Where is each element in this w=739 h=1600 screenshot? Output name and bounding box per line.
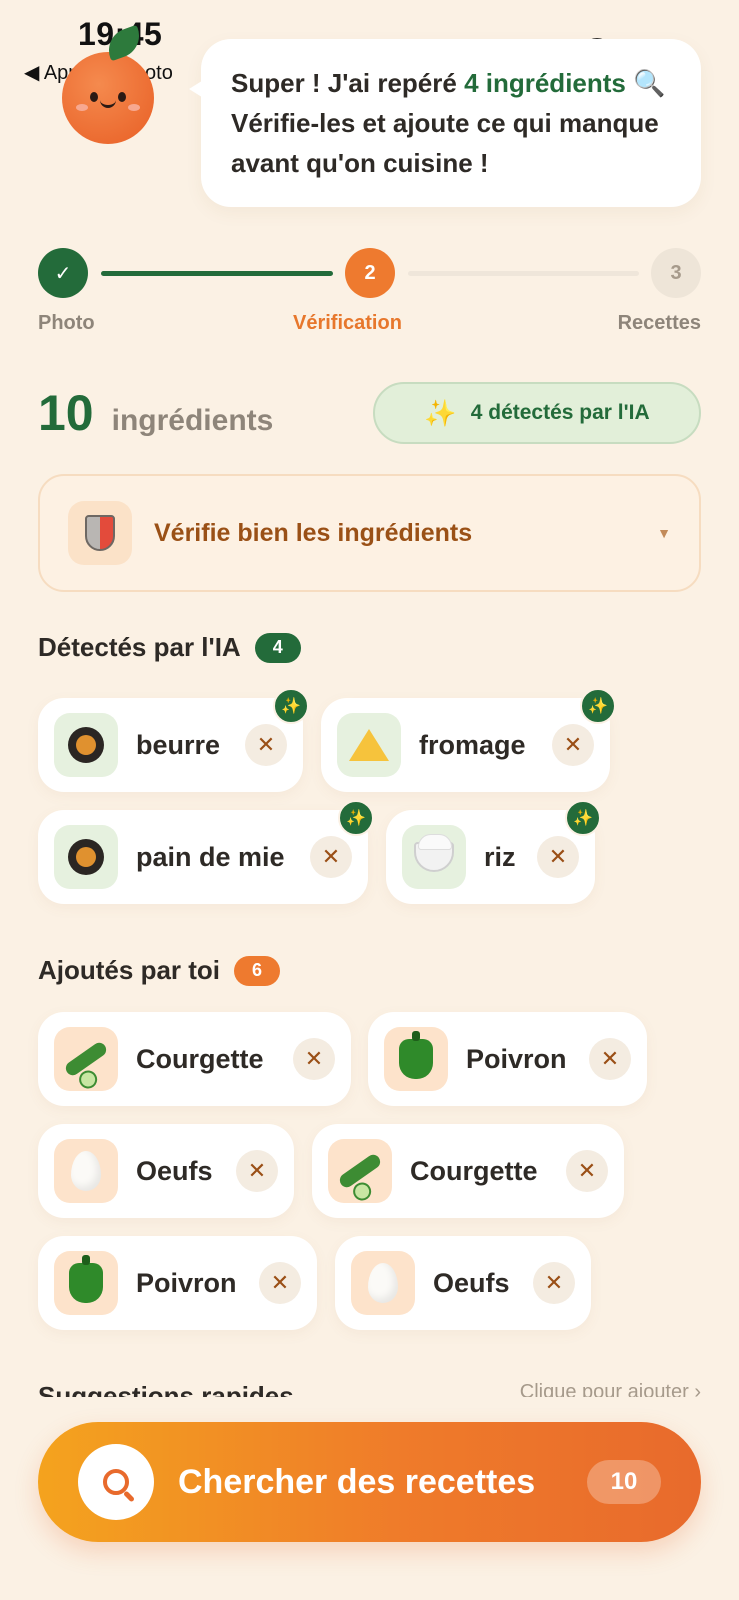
ingredient-label: fromage [419,729,526,760]
sparkles-icon: ✨ [424,397,457,428]
progress-stepper: ✓ 2 3 Photo Vérification Recettes [38,248,701,338]
zucchini-icon [54,1027,118,1091]
remove-ingredient-button[interactable]: ✕ [310,836,352,878]
mascot-speech-bubble: Super ! J'ai repéré 4 ingrédients 🔍 Véri… [189,39,701,207]
ingredient-chip: Oeufs ✕ [335,1236,591,1330]
ingredient-label: Oeufs [433,1267,510,1298]
search-recipes-label: Chercher des recettes [178,1462,536,1501]
ai-sparkle-icon: ✨ [273,688,309,724]
cheese-icon [337,713,401,777]
remove-ingredient-button[interactable]: ✕ [537,836,579,878]
ai-sparkle-icon: ✨ [338,800,374,836]
search-recipes-count: 10 [587,1460,661,1504]
step-label-verification: Vérification [293,312,402,334]
ingredient-label: Poivron [466,1043,567,1074]
pan-icon [54,825,118,889]
ingredient-chip: Courgette ✕ [38,1012,351,1106]
remove-ingredient-button[interactable]: ✕ [293,1038,335,1080]
added-section-title: Ajoutés par toi 6 [38,955,281,986]
ai-sparkle-icon: ✨ [565,800,601,836]
added-count-badge: 6 [234,955,281,986]
ai-sparkle-icon: ✨ [580,688,616,724]
ai-detected-pill: ✨ 4 détectés par l'IA [373,382,701,444]
bubble-text-end: Vérifie-les et ajoute ce qui manque avan… [231,108,659,178]
ingredient-chip: pain de mie ✕ ✨ [38,800,374,904]
bubble-text-start: Super ! J'ai repéré [231,68,465,98]
chevron-down-icon: ▼ [657,525,671,541]
remove-ingredient-button[interactable]: ✕ [245,724,287,766]
ingredient-label: beurre [136,729,221,760]
zucchini-icon [328,1139,392,1203]
shield-icon [68,501,132,565]
suggestions-header: Suggestions rapides Clique pour ajouter … [38,1383,701,1397]
egg-icon [54,1139,118,1203]
warning-label: Vérifie bien les ingrédients [154,518,473,547]
detected-count-badge: 4 [254,632,301,663]
step-verification-number: 2 [345,248,395,298]
bubble-highlight: 4 ingrédients [464,68,626,98]
ingredient-chip: beurre ✕ ✨ [38,688,309,792]
rice-bowl-icon [402,825,466,889]
ingredient-chip: Oeufs ✕ [38,1124,294,1218]
ingredient-label: Courgette [136,1043,264,1074]
pepper-icon [54,1251,118,1315]
remove-ingredient-button[interactable]: ✕ [566,1150,608,1192]
step-photo-check-icon: ✓ [38,248,88,298]
step-recettes-number: 3 [651,248,701,298]
tomato-mascot [62,24,154,144]
pan-icon [54,713,118,777]
ingredient-chip: Courgette ✕ [312,1124,624,1218]
detected-section-title: Détectés par l'IA 4 [38,632,301,663]
suggestions-title: Suggestions rapides [38,1383,294,1397]
ingredient-count-label: ingrédients [111,404,274,437]
ingredient-label: pain de mie [136,841,285,872]
ingredient-label: Oeufs [136,1155,213,1186]
pepper-icon [384,1027,448,1091]
search-recipes-button[interactable]: Chercher des recettes 10 [38,1422,701,1542]
verify-warning-dropdown[interactable]: Vérifie bien les ingrédients ▼ [38,474,701,592]
search-icon [78,1444,154,1520]
ingredient-chip: Poivron ✕ [38,1236,317,1330]
added-title: Ajoutés par toi [38,955,221,985]
ingredient-chip: Poivron ✕ [368,1012,647,1106]
ingredient-count-number: 10 [38,385,94,441]
remove-ingredient-button[interactable]: ✕ [589,1038,631,1080]
suggestions-link[interactable]: Clique pour ajouter › [520,1383,701,1397]
magnifier-icon: 🔍 [633,68,666,98]
ingredient-chip: riz ✕ ✨ [386,800,601,904]
ingredient-count: 10 ingrédients [38,384,273,442]
remove-ingredient-button[interactable]: ✕ [552,724,594,766]
remove-ingredient-button[interactable]: ✕ [236,1150,278,1192]
egg-icon [351,1251,415,1315]
ingredient-label: Courgette [410,1155,538,1186]
step-connector-done [101,271,333,276]
step-connector-pending [408,271,639,276]
ingredient-chip: fromage ✕ ✨ [321,688,616,792]
ai-detected-label: 4 détectés par l'IA [470,401,650,424]
detected-title: Détectés par l'IA [38,632,241,662]
remove-ingredient-button[interactable]: ✕ [259,1262,301,1304]
ingredient-label: riz [484,841,516,872]
step-label-photo: Photo [38,312,95,334]
remove-ingredient-button[interactable]: ✕ [533,1262,575,1304]
ingredient-label: Poivron [136,1267,237,1298]
step-label-recettes: Recettes [617,312,701,334]
